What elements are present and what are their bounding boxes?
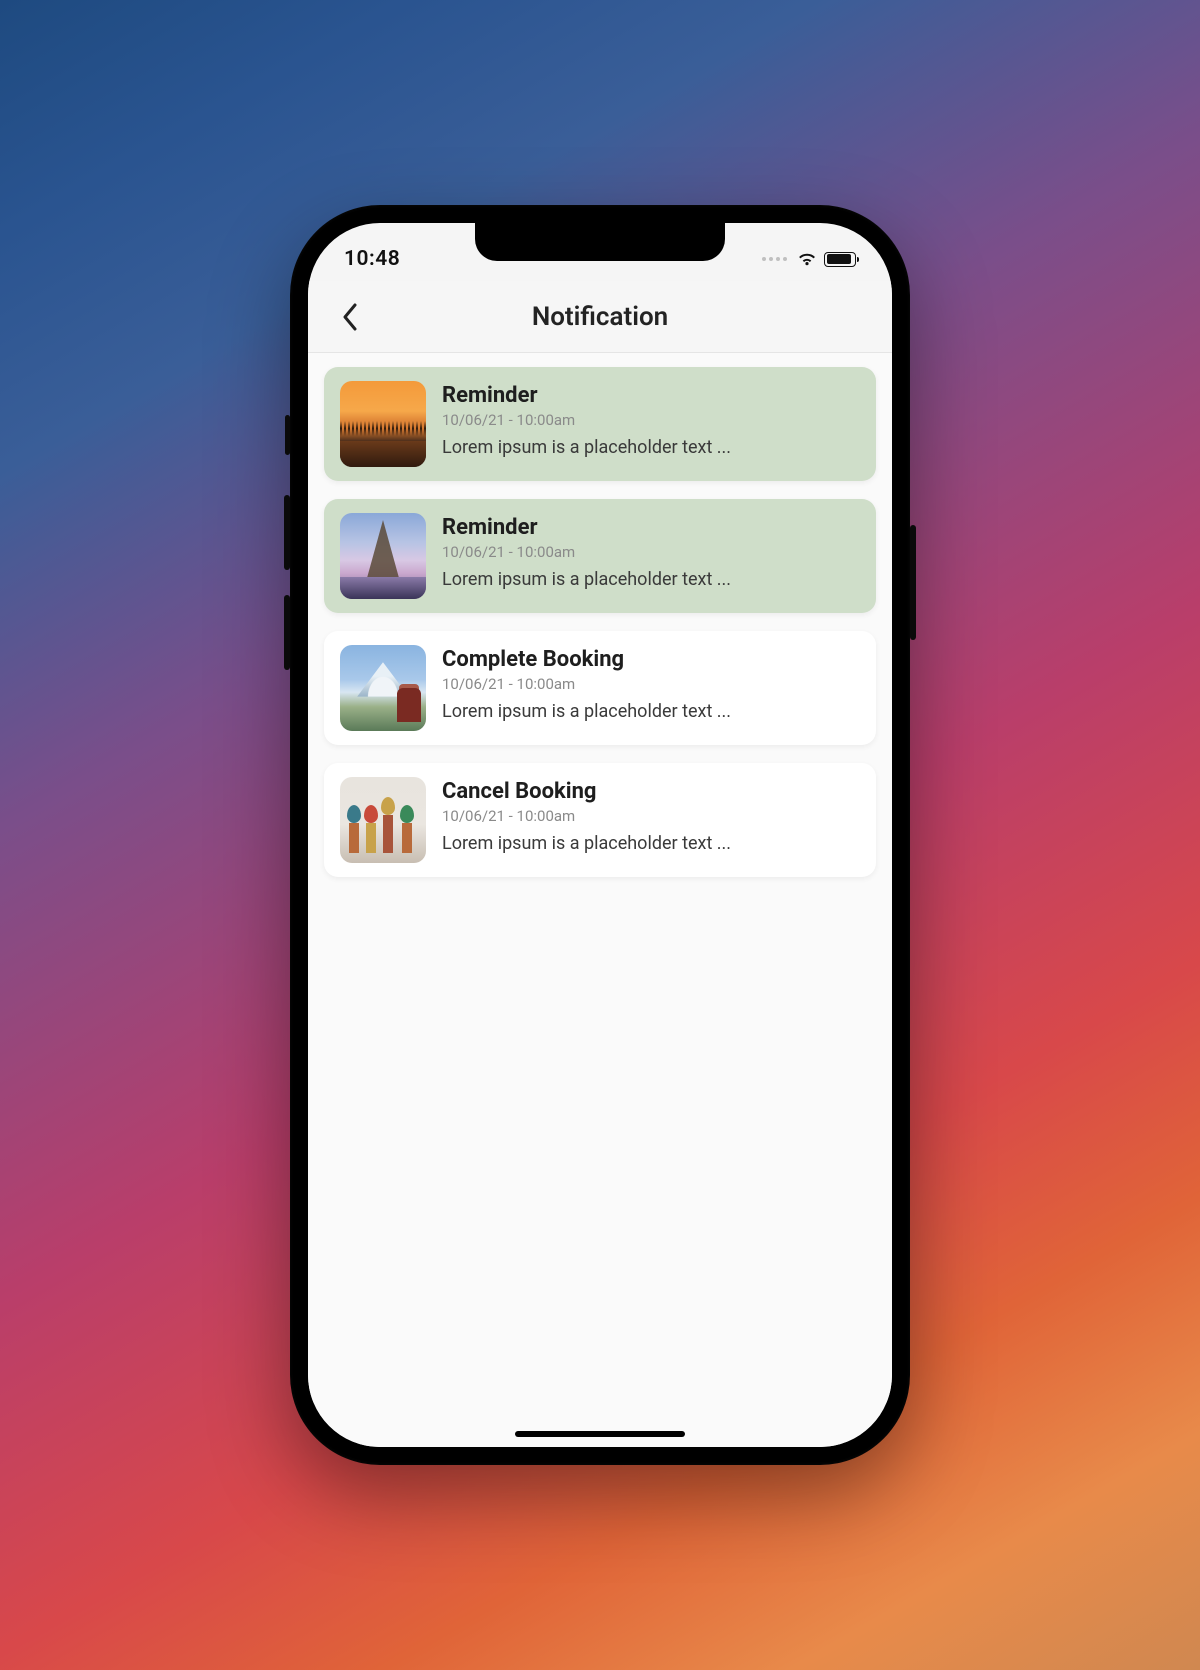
notification-thumbnail <box>340 381 426 467</box>
notification-card[interactable]: Cancel Booking 10/06/21 - 10:00am Lorem … <box>324 763 876 877</box>
notification-time: 10/06/21 - 10:00am <box>442 675 860 693</box>
screen: 10:48 Notification Reminder 10/06/21 - 1… <box>308 223 892 1447</box>
notification-text: Lorem ipsum is a placeholder text ... <box>442 437 860 458</box>
volume-up-button[interactable] <box>284 495 290 570</box>
notification-body: Reminder 10/06/21 - 10:00am Lorem ipsum … <box>442 513 860 590</box>
cellular-icon <box>762 257 787 261</box>
notification-time: 10/06/21 - 10:00am <box>442 411 860 429</box>
volume-down-button[interactable] <box>284 595 290 670</box>
notification-time: 10/06/21 - 10:00am <box>442 807 860 825</box>
notification-text: Lorem ipsum is a placeholder text ... <box>442 569 860 590</box>
status-time: 10:48 <box>344 247 400 271</box>
notification-title: Cancel Booking <box>442 779 860 804</box>
notification-text: Lorem ipsum is a placeholder text ... <box>442 701 860 722</box>
notification-text: Lorem ipsum is a placeholder text ... <box>442 833 860 854</box>
power-button[interactable] <box>910 525 916 640</box>
notification-thumbnail <box>340 777 426 863</box>
notification-time: 10/06/21 - 10:00am <box>442 543 860 561</box>
notification-body: Reminder 10/06/21 - 10:00am Lorem ipsum … <box>442 381 860 458</box>
notch <box>475 223 725 261</box>
phone-frame: 10:48 Notification Reminder 10/06/21 - 1… <box>290 205 910 1465</box>
notification-thumbnail <box>340 645 426 731</box>
battery-icon <box>824 252 856 267</box>
notification-body: Complete Booking 10/06/21 - 10:00am Lore… <box>442 645 860 722</box>
notification-list[interactable]: Reminder 10/06/21 - 10:00am Lorem ipsum … <box>308 353 892 1447</box>
notification-title: Reminder <box>442 515 860 540</box>
chevron-left-icon <box>341 303 359 331</box>
notification-thumbnail <box>340 513 426 599</box>
home-indicator[interactable] <box>515 1431 685 1437</box>
nav-bar: Notification <box>308 281 892 353</box>
notification-title: Complete Booking <box>442 647 860 672</box>
back-button[interactable] <box>330 297 370 337</box>
notification-card[interactable]: Complete Booking 10/06/21 - 10:00am Lore… <box>324 631 876 745</box>
notification-card[interactable]: Reminder 10/06/21 - 10:00am Lorem ipsum … <box>324 367 876 481</box>
notification-card[interactable]: Reminder 10/06/21 - 10:00am Lorem ipsum … <box>324 499 876 613</box>
status-icons <box>762 252 856 267</box>
notification-title: Reminder <box>442 383 860 408</box>
silent-switch[interactable] <box>285 415 290 455</box>
notification-body: Cancel Booking 10/06/21 - 10:00am Lorem … <box>442 777 860 854</box>
wifi-icon <box>797 252 817 267</box>
page-title: Notification <box>308 302 892 332</box>
